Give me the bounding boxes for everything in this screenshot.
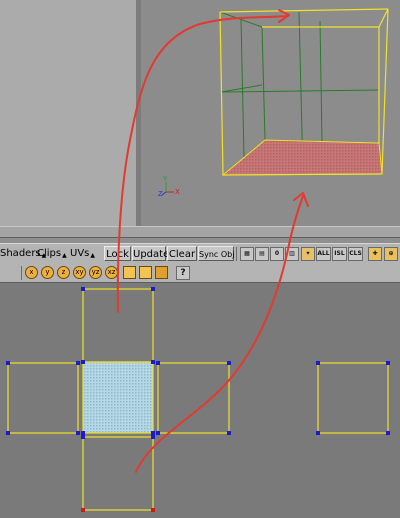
horizontal-splitter[interactable]: [0, 226, 400, 238]
update-button[interactable]: Update: [132, 246, 169, 261]
y-icon[interactable]: y: [41, 266, 54, 279]
toolbar-separator: [21, 266, 22, 280]
select-cluster-button[interactable]: CLS: [348, 247, 363, 261]
select-box-icon[interactable]: [123, 266, 136, 279]
select-island-button[interactable]: ISL: [332, 247, 347, 261]
axis-x-label: X: [175, 188, 180, 196]
xy-icon[interactable]: xy: [73, 266, 86, 279]
grid-small-icon[interactable]: ▦: [240, 247, 254, 261]
grid-dots-icon[interactable]: ▤: [255, 247, 269, 261]
uv-editor-menubar: Shaders▲ Clips▲ UVs▲ Lock Update Clear S…: [0, 243, 400, 263]
toolbar-separator: [236, 247, 237, 261]
island-select-icon[interactable]: ✦: [301, 247, 315, 261]
clear-button[interactable]: Clear: [167, 246, 197, 261]
grid-toggle-icon[interactable]: ▥: [285, 247, 299, 261]
z-icon[interactable]: z: [57, 266, 70, 279]
select-all-button[interactable]: ALL: [316, 247, 331, 261]
menu-clips[interactable]: Clips▲: [37, 247, 67, 261]
menu-uvs[interactable]: UVs▲: [70, 247, 95, 261]
grid-icon[interactable]: [155, 266, 168, 279]
uv-editor-canvas[interactable]: [0, 284, 400, 518]
axis-gizmo: Y X Z: [158, 175, 180, 198]
snap-icon[interactable]: ✚: [368, 247, 382, 261]
uv-editor-toolbar: x y z xy yz xz ?: [0, 263, 400, 283]
left-viewport-pane[interactable]: [0, 0, 137, 226]
uv-islands-wire: [7, 288, 389, 511]
3d-viewport-drawing: Y X Z: [158, 8, 389, 198]
select-fill-icon[interactable]: [139, 266, 152, 279]
sync-obj-button[interactable]: Sync Obj: [198, 246, 234, 261]
x-icon[interactable]: x: [25, 266, 38, 279]
axis-z-label: Z: [158, 190, 163, 198]
uv-selected-face[interactable]: [83, 362, 153, 433]
zoom-value-icon[interactable]: 0: [270, 247, 284, 261]
lock-button[interactable]: Lock: [104, 246, 131, 261]
axis-y-label: Y: [162, 175, 168, 183]
xz-icon[interactable]: xz: [105, 266, 118, 279]
help-icon[interactable]: ?: [176, 266, 190, 280]
selected-bottom-face: [221, 139, 383, 176]
yz-icon[interactable]: yz: [89, 266, 102, 279]
transform-icon[interactable]: ⊕: [384, 247, 398, 261]
